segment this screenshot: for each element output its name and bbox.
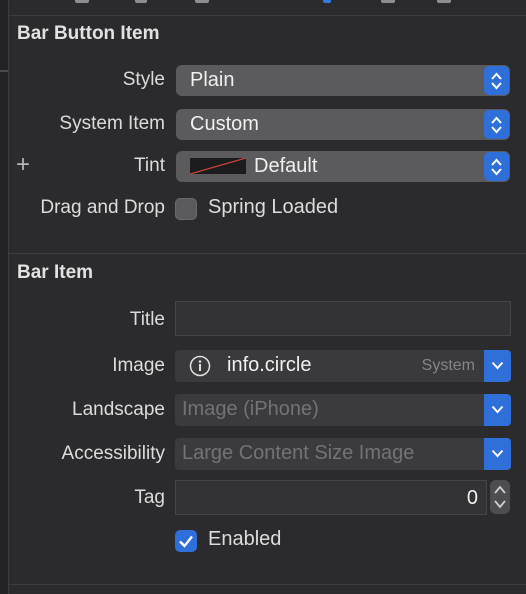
accessibility-combo[interactable]: Large Content Size Image bbox=[175, 438, 511, 470]
tint-popup[interactable]: Default bbox=[176, 151, 510, 182]
tag-stepper[interactable] bbox=[490, 480, 510, 514]
title-label: Title bbox=[129, 309, 165, 330]
spring-loaded-label[interactable]: Spring Loaded bbox=[208, 196, 338, 219]
style-value: Plain bbox=[190, 69, 235, 91]
image-source-label: System bbox=[421, 357, 475, 374]
inspector-tab-strip bbox=[9, 0, 526, 16]
stepper-arrows-icon bbox=[494, 485, 506, 509]
image-label: Image bbox=[112, 355, 165, 376]
checkmark-icon bbox=[179, 535, 193, 548]
landscape-label: Landscape bbox=[72, 399, 165, 420]
inspector-tab-mark[interactable] bbox=[75, 0, 89, 3]
add-variation-button[interactable]: + bbox=[16, 151, 30, 179]
bar-item-section-title: Bar Item bbox=[17, 262, 94, 283]
chevron-down-icon[interactable] bbox=[484, 350, 511, 382]
inspector-tab-mark[interactable] bbox=[437, 0, 451, 3]
info-circle-icon bbox=[189, 355, 211, 382]
tint-value: Default bbox=[254, 155, 318, 177]
inspector-tab-active-mark[interactable] bbox=[323, 0, 331, 3]
up-down-chevron-icon bbox=[484, 152, 509, 181]
system-item-label: System Item bbox=[59, 113, 165, 134]
image-combo[interactable]: info.circle System bbox=[175, 350, 511, 382]
system-item-value: Custom bbox=[190, 113, 259, 135]
up-down-chevron-icon bbox=[484, 66, 509, 95]
inspector-left-edge bbox=[0, 0, 9, 594]
accessibility-placeholder: Large Content Size Image bbox=[182, 442, 415, 464]
inspector-tab-mark[interactable] bbox=[381, 0, 395, 3]
tag-label: Tag bbox=[134, 487, 165, 508]
enabled-checkbox[interactable] bbox=[175, 530, 197, 552]
system-item-popup[interactable]: Custom bbox=[176, 109, 510, 140]
style-label: Style bbox=[122, 69, 165, 90]
chevron-down-icon[interactable] bbox=[484, 394, 511, 426]
inspector-tab-mark[interactable] bbox=[195, 0, 209, 3]
enabled-label[interactable]: Enabled bbox=[208, 528, 281, 551]
tint-color-swatch bbox=[190, 158, 246, 174]
style-popup[interactable]: Plain bbox=[176, 65, 510, 96]
tag-field[interactable]: 0 bbox=[175, 480, 487, 515]
tag-value: 0 bbox=[466, 487, 478, 509]
edge-notch bbox=[0, 70, 8, 72]
up-down-chevron-icon bbox=[484, 110, 509, 139]
section-divider bbox=[9, 584, 526, 585]
inspector-tab-mark[interactable] bbox=[135, 0, 147, 3]
chevron-down-icon[interactable] bbox=[484, 438, 511, 470]
tint-label: Tint bbox=[134, 155, 165, 176]
section-divider bbox=[9, 253, 526, 254]
image-value: info.circle bbox=[227, 354, 312, 376]
accessibility-label: Accessibility bbox=[61, 443, 165, 464]
landscape-placeholder: Image (iPhone) bbox=[182, 398, 319, 420]
spring-loaded-checkbox[interactable] bbox=[175, 198, 197, 220]
title-field[interactable] bbox=[175, 301, 511, 336]
drag-and-drop-label: Drag and Drop bbox=[40, 197, 165, 218]
bar-button-item-section-title: Bar Button Item bbox=[17, 23, 160, 44]
landscape-combo[interactable]: Image (iPhone) bbox=[175, 394, 511, 426]
